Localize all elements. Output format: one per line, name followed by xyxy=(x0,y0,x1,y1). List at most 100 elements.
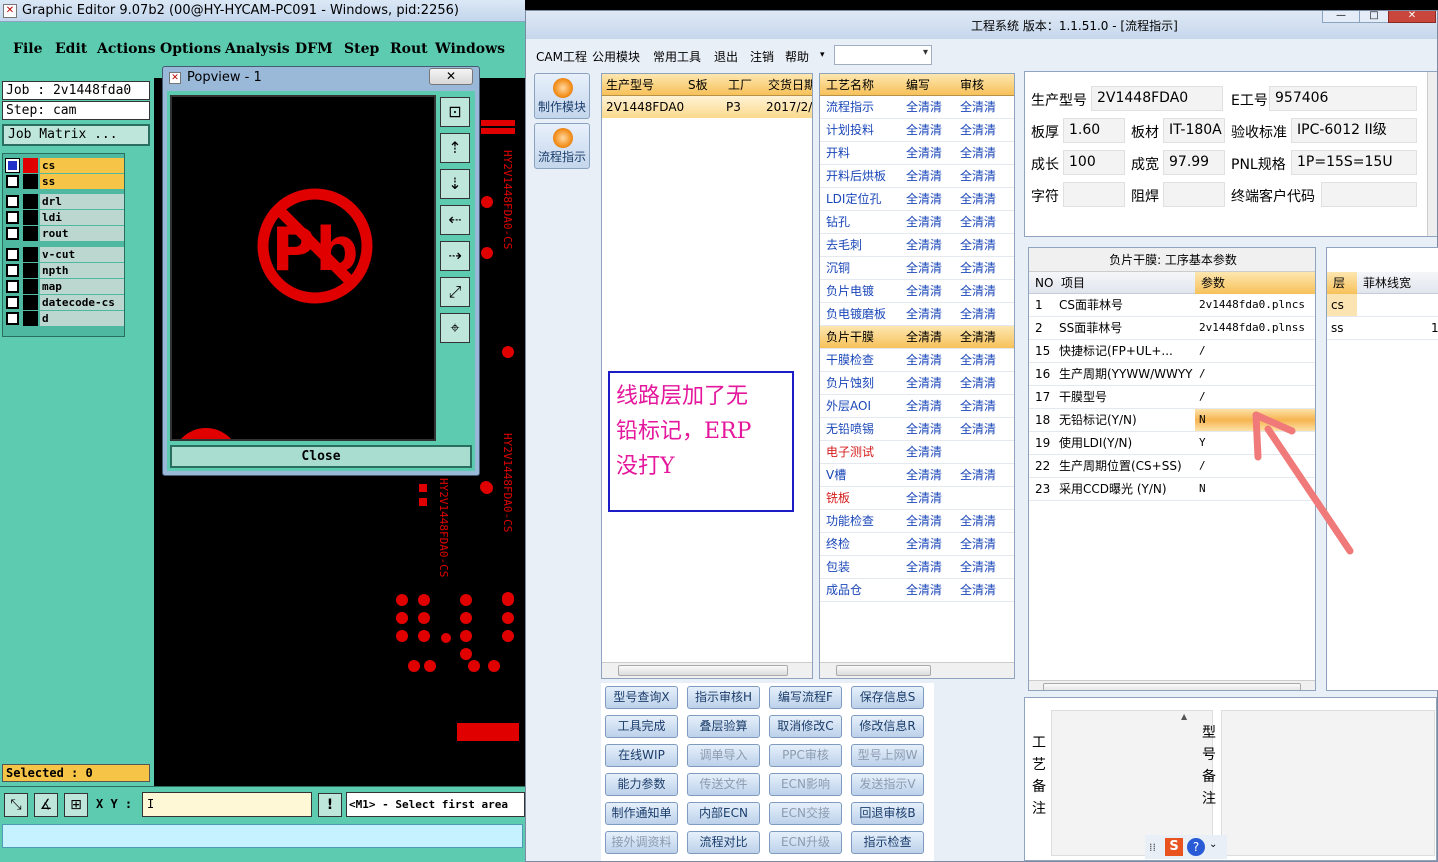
layer-checkbox[interactable] xyxy=(6,227,19,240)
col-factory[interactable]: 工厂 xyxy=(728,74,752,96)
process-table-scrollbar[interactable] xyxy=(820,662,1014,678)
char-field[interactable] xyxy=(1063,182,1125,207)
layer-checkbox[interactable] xyxy=(6,195,19,208)
xy-input[interactable]: I xyxy=(142,792,312,817)
popview-pan-up-icon[interactable]: ⇡ xyxy=(440,133,470,163)
cell-value[interactable]: 2v1448fda0.plncs xyxy=(1195,294,1315,316)
action-button[interactable]: 取消修改C xyxy=(769,715,842,738)
width-field[interactable]: 97.99 xyxy=(1163,150,1225,175)
action-button[interactable]: 指示检查 xyxy=(851,831,924,854)
popview-pan-down-icon[interactable]: ⇣ xyxy=(440,169,470,199)
step-field[interactable]: Step: cam xyxy=(2,101,150,120)
layer-checkbox[interactable] xyxy=(6,296,19,309)
table-row[interactable]: 终检 全清清 全清清 xyxy=(820,533,1014,556)
action-button[interactable]: 回退审核B xyxy=(851,802,924,825)
params-scrollbar[interactable] xyxy=(1029,680,1315,690)
layer-checkbox[interactable] xyxy=(6,312,19,325)
eno-field[interactable]: 957406 xyxy=(1269,86,1417,111)
flow-guide-button[interactable]: 流程指示 xyxy=(534,123,590,169)
table-row[interactable]: 计划投料 全清清 全清清 xyxy=(820,119,1014,142)
action-button[interactable]: 在线WIP xyxy=(605,744,678,767)
measure-icon[interactable]: ∡ xyxy=(34,793,58,817)
action-button[interactable]: 型号查询X xyxy=(605,686,678,709)
menu-windows[interactable]: Windows xyxy=(435,41,505,57)
action-button[interactable]: PPC审核 xyxy=(769,744,842,767)
action-button[interactable]: 发送指示V xyxy=(851,773,924,796)
menu-analysis[interactable]: Analysis xyxy=(225,41,290,57)
table-row[interactable]: 负片干膜 全清清 全清清 xyxy=(820,326,1014,349)
popview-pan-right-icon[interactable]: ⇢ xyxy=(440,241,470,271)
layer-row-drl[interactable]: drl xyxy=(6,194,124,209)
layer-row-map[interactable]: map xyxy=(6,279,124,294)
col-review[interactable]: 审核 xyxy=(960,74,984,96)
popview-close-x[interactable]: ✕ xyxy=(429,68,473,85)
popview-fit-icon[interactable]: ⤢ xyxy=(440,277,470,307)
col-process-name[interactable]: 工艺名称 xyxy=(826,74,874,96)
table-row[interactable]: LDI定位孔 全清清 全清清 xyxy=(820,188,1014,211)
menu-cam[interactable]: CAM工程 xyxy=(536,48,587,65)
action-button[interactable]: ECN交接 xyxy=(769,802,842,825)
layer-checkbox[interactable] xyxy=(6,211,19,224)
col-delivery[interactable]: 交货日期 xyxy=(768,74,812,96)
table-row[interactable]: 沉铜 全清清 全清清 xyxy=(820,257,1014,280)
table-row[interactable]: V槽 全清清 全清清 xyxy=(820,464,1014,487)
cell-value[interactable]: / xyxy=(1195,363,1315,385)
table-row[interactable]: 电子测试 全清清 xyxy=(820,441,1014,464)
action-button[interactable]: 修改信息R xyxy=(851,715,924,738)
table-row[interactable]: 1 CS面菲林号 2v1448fda0.plncs xyxy=(1029,294,1315,317)
layer-row-cs[interactable]: cs xyxy=(5,158,124,173)
menu-public[interactable]: 公用模块 xyxy=(592,48,640,65)
action-button[interactable]: 制作通知单 xyxy=(605,802,678,825)
help-icon[interactable]: ? xyxy=(1187,838,1205,856)
menu-options[interactable]: Options xyxy=(160,41,221,57)
table-row[interactable]: 15 快捷标记(FP+UL+... / xyxy=(1029,340,1315,363)
cell-value[interactable]: 2v1448fda0.plnss xyxy=(1195,317,1315,339)
layer-checkbox[interactable] xyxy=(5,158,20,173)
menu-overflow-icon[interactable]: ▾ xyxy=(820,50,825,60)
product-table-scrollbar[interactable] xyxy=(602,662,812,678)
menu-logout[interactable]: 注销 xyxy=(750,48,774,65)
layer-row-ldi[interactable]: ldi xyxy=(6,210,124,225)
table-row[interactable]: 功能检查 全清清 全清清 xyxy=(820,510,1014,533)
thickness-field[interactable]: 1.60 xyxy=(1063,118,1125,143)
model-note-field[interactable] xyxy=(1221,710,1435,856)
layer-row-npth[interactable]: npth xyxy=(6,263,124,278)
layer-row-v-cut[interactable]: v-cut xyxy=(6,247,124,262)
action-button[interactable]: 编写流程F xyxy=(769,686,842,709)
menu-rout[interactable]: Rout xyxy=(390,41,428,57)
info-scrollbar[interactable] xyxy=(1427,72,1437,236)
action-button[interactable]: 保存信息S xyxy=(851,686,924,709)
table-row[interactable]: 2V1448FDA0 P3 2017/2/ xyxy=(602,96,812,118)
col-item[interactable]: 项目 xyxy=(1061,272,1085,294)
layer-row-datecode-cs[interactable]: datecode-cs xyxy=(6,295,124,310)
table-row[interactable]: 钻孔 全清清 全清清 xyxy=(820,211,1014,234)
col-layer[interactable]: 层 xyxy=(1333,272,1345,294)
table-row[interactable]: ss 1 xyxy=(1327,317,1438,340)
col-write[interactable]: 编写 xyxy=(906,74,930,96)
col-sboard[interactable]: S板 xyxy=(688,74,708,96)
col-value[interactable]: 参数 xyxy=(1201,272,1225,294)
minimize-icon[interactable]: — xyxy=(1322,11,1360,23)
craft-note-scroll-icon[interactable]: ▲ xyxy=(1181,712,1193,852)
mask-field[interactable] xyxy=(1163,182,1225,207)
scrollbar-thumb[interactable] xyxy=(836,665,931,676)
popview-close-button[interactable]: Close xyxy=(170,445,472,468)
table-row[interactable]: 开料后烘板 全清清 全清清 xyxy=(820,165,1014,188)
action-button[interactable]: 能力参数 xyxy=(605,773,678,796)
popview-pan-left-icon[interactable]: ⇠ xyxy=(440,205,470,235)
action-button[interactable]: 调单导入 xyxy=(687,744,760,767)
layer-row-ss[interactable]: ss xyxy=(6,174,124,189)
table-row[interactable]: 无铅喷锡 全清清 全清清 xyxy=(820,418,1014,441)
make-module-button[interactable]: 制作模块 xyxy=(534,73,590,119)
menu-exit[interactable]: 退出 xyxy=(714,48,738,65)
col-no[interactable]: NO xyxy=(1035,272,1053,294)
popview-home-icon[interactable]: ⌖ xyxy=(440,313,470,343)
popview-canvas[interactable]: Pb xyxy=(170,95,436,441)
warning-icon[interactable]: ! xyxy=(318,793,342,817)
menu-step[interactable]: Step xyxy=(344,41,379,57)
action-button[interactable]: 型号上网W xyxy=(851,744,924,767)
action-button[interactable]: 流程对比 xyxy=(687,831,760,854)
ime-icon[interactable]: S xyxy=(1165,838,1183,856)
menu-dfm[interactable]: DFM xyxy=(295,41,333,57)
scrollbar-thumb[interactable] xyxy=(618,665,788,676)
